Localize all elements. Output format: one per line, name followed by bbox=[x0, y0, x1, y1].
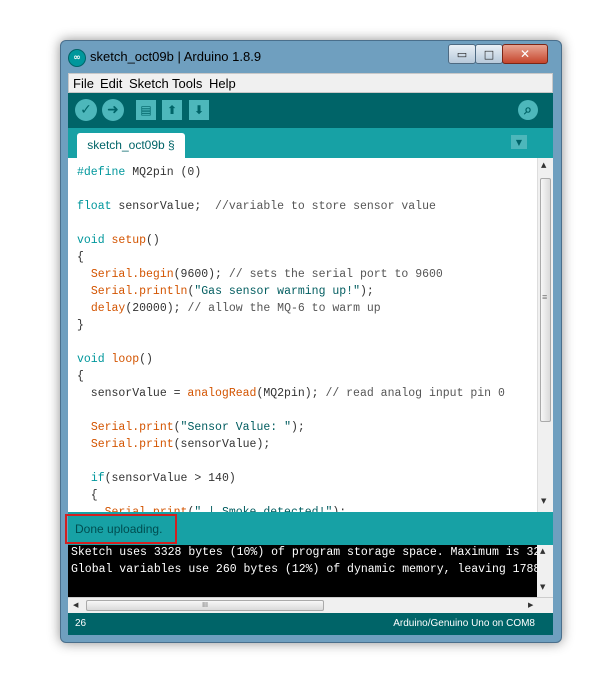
code-line: { bbox=[77, 251, 84, 264]
status-highlight-box bbox=[65, 514, 177, 544]
scroll-left-arrow-icon[interactable]: ◀ bbox=[73, 601, 78, 609]
code-line: if(sensorValue > 140) bbox=[90, 472, 236, 485]
editor-vertical-scrollbar[interactable]: ▲ ≡ ▼ bbox=[537, 158, 553, 512]
close-button[interactable]: ✕ bbox=[502, 44, 548, 64]
upload-icon[interactable]: ➜ bbox=[102, 99, 124, 121]
menu-help[interactable]: Help bbox=[209, 76, 236, 91]
title-bar[interactable]: ∞ sketch_oct09b | Arduino 1.8.9 ▭ □ ✕ bbox=[61, 41, 561, 73]
verify-icon[interactable]: ✓ bbox=[75, 99, 97, 121]
console-scroll-up-arrow-icon[interactable]: ▲ bbox=[540, 547, 545, 555]
code-line: { bbox=[77, 489, 98, 502]
tab-menu-dropdown-icon[interactable]: ▼ bbox=[511, 135, 527, 149]
code-text[interactable]: #define MQ2pin (0) float sensorValue; //… bbox=[77, 164, 505, 512]
menu-edit[interactable]: Edit bbox=[100, 76, 122, 91]
console-line: Sketch uses 3328 bytes (10%) of program … bbox=[71, 546, 553, 559]
code-line: void setup() bbox=[77, 234, 160, 247]
minimize-button[interactable]: ▭ bbox=[448, 44, 476, 64]
menu-bar: File Edit Sketch Tools Help bbox=[68, 73, 553, 93]
tab-sketch[interactable]: sketch_oct09b § bbox=[77, 133, 185, 158]
window-title: sketch_oct09b | Arduino 1.8.9 bbox=[90, 49, 262, 64]
arduino-window: ∞ sketch_oct09b | Arduino 1.8.9 ▭ □ ✕ Fi… bbox=[60, 40, 562, 643]
menu-sketch[interactable]: Sketch bbox=[129, 76, 169, 91]
menu-tools[interactable]: Tools bbox=[172, 76, 202, 91]
footer-bar: 26 Arduino/Genuino Uno on COM8 bbox=[68, 613, 553, 635]
console-line: Global variables use 260 bytes (12%) of … bbox=[71, 563, 553, 576]
code-line: #define MQ2pin (0) bbox=[77, 166, 202, 179]
console-vertical-scrollbar[interactable]: ▲ ▼ bbox=[537, 545, 553, 597]
editor-scroll-thumb[interactable]: ≡ bbox=[540, 178, 551, 422]
code-line: void loop() bbox=[77, 353, 153, 366]
maximize-button[interactable]: □ bbox=[475, 44, 503, 64]
console-output[interactable]: Sketch uses 3328 bytes (10%) of program … bbox=[68, 545, 553, 597]
menu-file[interactable]: File bbox=[73, 76, 94, 91]
new-sketch-icon[interactable]: ▤ bbox=[136, 100, 156, 120]
code-line: Serial.print(sensorValue); bbox=[90, 438, 271, 451]
horizontal-scroll-thumb[interactable]: III bbox=[86, 600, 324, 611]
scroll-right-arrow-icon[interactable]: ▶ bbox=[528, 601, 533, 609]
code-line: Serial.println("Gas sensor warming up!")… bbox=[90, 285, 374, 298]
code-line: delay(20000); // allow the MQ-6 to warm … bbox=[90, 302, 381, 315]
line-number: 26 bbox=[75, 618, 87, 629]
code-line: float sensorValue; //variable to store s… bbox=[77, 200, 436, 213]
scroll-grip-icon: ≡ bbox=[542, 292, 548, 302]
scroll-down-arrow-icon[interactable]: ▼ bbox=[541, 497, 546, 505]
code-line: Serial.print("Sensor Value: "); bbox=[90, 421, 305, 434]
arduino-logo-icon: ∞ bbox=[68, 49, 86, 67]
serial-monitor-icon[interactable]: ⌕ bbox=[518, 100, 538, 120]
toolbar: ✓ ➜ ▤ ⬆ ⬇ ⌕ bbox=[68, 93, 553, 128]
code-line: Serial.begin(9600); // sets the serial p… bbox=[90, 268, 443, 281]
console-scroll-down-arrow-icon[interactable]: ▼ bbox=[540, 583, 545, 591]
tab-bar: sketch_oct09b § ▼ bbox=[68, 128, 553, 158]
console-horizontal-scrollbar[interactable]: ◀ III ▶ bbox=[68, 597, 553, 613]
code-editor[interactable]: #define MQ2pin (0) float sensorValue; //… bbox=[68, 158, 553, 512]
code-line: } bbox=[77, 319, 84, 332]
scroll-up-arrow-icon[interactable]: ▲ bbox=[541, 161, 546, 169]
code-line: sensorValue = analogRead(MQ2pin); // rea… bbox=[77, 387, 505, 400]
open-sketch-icon[interactable]: ⬆ bbox=[162, 100, 182, 120]
board-port-label: Arduino/Genuino Uno on COM8 bbox=[393, 618, 535, 629]
save-sketch-icon[interactable]: ⬇ bbox=[189, 100, 209, 120]
code-line: { bbox=[77, 370, 84, 383]
